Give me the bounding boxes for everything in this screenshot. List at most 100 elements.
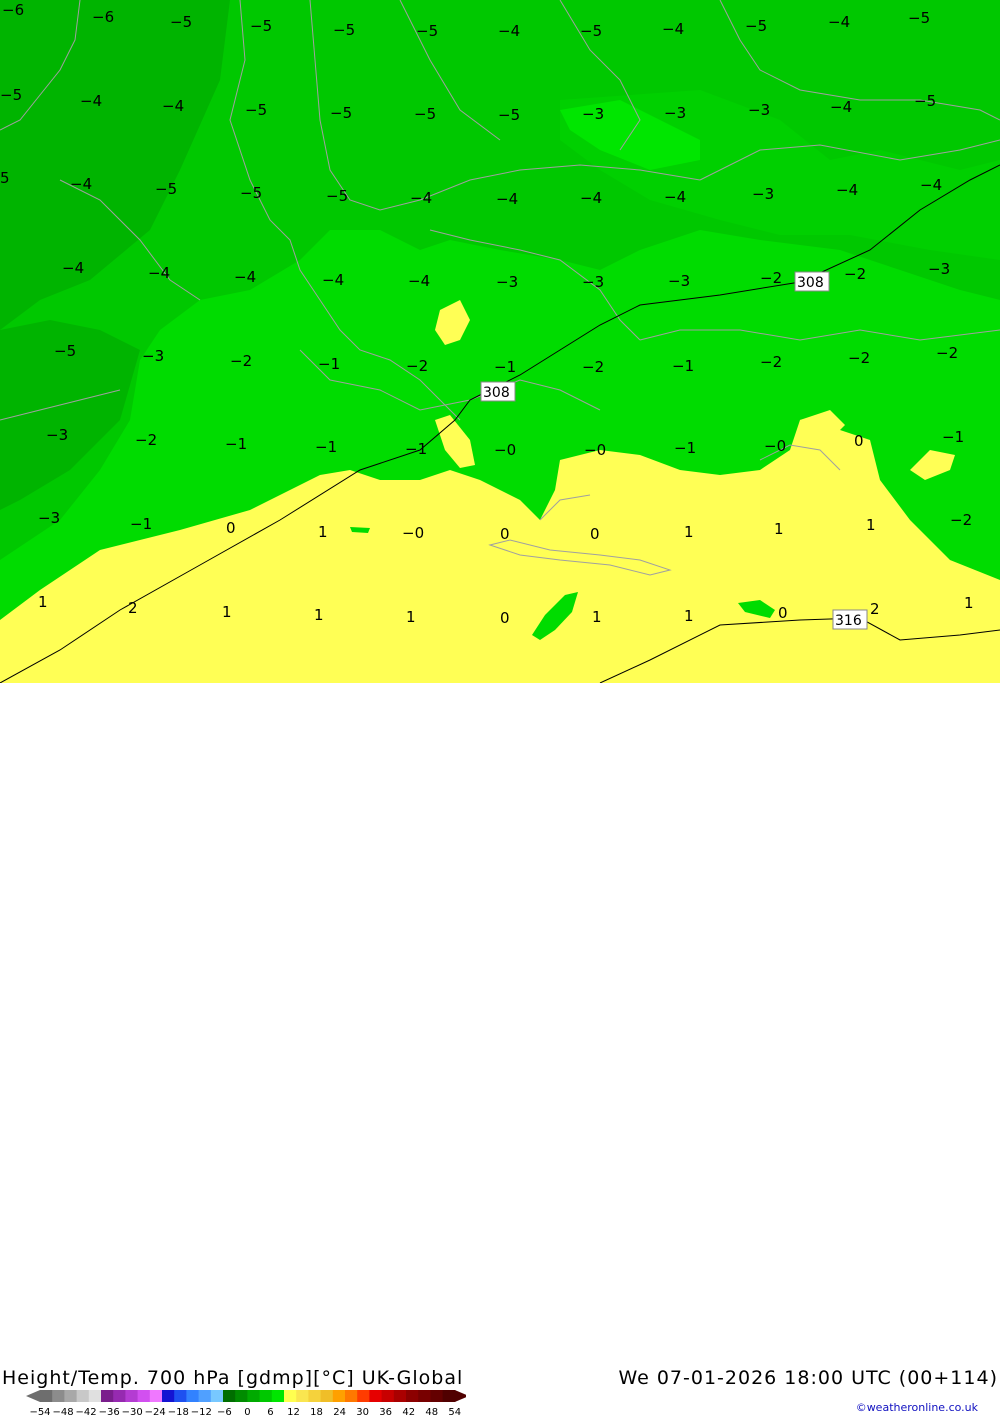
temperature-label: −1 [942,428,964,446]
temperature-label: −1 [405,440,427,458]
temperature-label: −0 [584,441,606,459]
temperature-label: 5 [0,169,10,187]
temperature-label: 0 [226,519,236,537]
colorbar-tick-label: 54 [448,1407,461,1416]
temperature-label: −1 [225,435,247,453]
temperature-label: −3 [142,347,164,365]
colorbar-swatch [296,1390,309,1402]
temperature-label: −4 [234,268,256,286]
temperature-label: −4 [662,20,684,38]
temperature-label: −5 [908,9,930,27]
temperature-label: −2 [844,265,866,283]
temperature-label: −5 [245,101,267,119]
colorbar-swatch [259,1390,273,1402]
colorbar-tick-label: −18 [168,1407,189,1416]
temperature-label: −5 [498,106,520,124]
isohypse-label-308-center: 308 [483,385,510,401]
temperature-label: 1 [318,523,328,541]
temperature-label: −5 [416,22,438,40]
temperature-label: −6 [92,8,114,26]
colorbar-swatch [101,1390,114,1402]
temperature-label: −5 [54,342,76,360]
temperature-label: 1 [964,594,974,612]
temperature-label: −4 [148,264,170,282]
temperature-label: −4 [162,97,184,115]
temperature-label: −5 [745,17,767,35]
valid-time: We 07-01-2026 18:00 UTC (00+114) [618,1367,998,1389]
temperature-label: −5 [0,86,22,104]
temperature-label: −3 [46,426,68,444]
colorbar-tick-label: 30 [356,1407,369,1416]
temperature-label: 1 [406,608,416,626]
temperature-label: −4 [836,181,858,199]
temperature-label: −4 [828,13,850,31]
colorbar-tick-label: −42 [76,1407,97,1416]
temperature-label: −5 [170,13,192,31]
temperature-label: −3 [668,272,690,290]
temperature-label: 1 [684,607,694,625]
colorbar-tick-label: −30 [122,1407,143,1416]
colorbar-swatch [186,1390,200,1402]
temperature-label: −3 [582,273,604,291]
colorbar-swatch [308,1390,322,1402]
temperature-label: 2 [870,600,880,618]
temperature-label: 1 [592,608,602,626]
temperature-label: 1 [222,603,232,621]
temperature-label: −1 [315,438,337,456]
colorbar-tick-label: 36 [379,1407,392,1416]
colorbar-tick-label: −12 [191,1407,212,1416]
temperature-label: −2 [760,269,782,287]
temperature-label: −4 [62,259,84,277]
colorbar-swatch [442,1390,456,1402]
isohypse-label-316: 316 [835,613,862,629]
colorbar-swatch [393,1390,407,1402]
colorbar-swatch [113,1390,126,1402]
map-title: Height/Temp. 700 hPa [gdmp][°C] UK-Globa… [2,1367,464,1389]
colorbar-tick-label: 48 [425,1407,438,1416]
colorbar-swatch [271,1390,285,1402]
temperature-label: −4 [498,22,520,40]
temperature-label: 0 [590,525,600,543]
temperature-label: −1 [130,515,152,533]
colorbar-swatch [40,1390,53,1402]
colorbar-swatch [88,1390,102,1402]
colorbar-swatch [64,1390,78,1402]
temperature-label: −2 [936,344,958,362]
colorbar-tick-label: −54 [29,1407,50,1416]
temperature-label: 1 [314,606,324,624]
temperature-label: −3 [928,260,950,278]
temperature-label: −0 [494,441,516,459]
temperature-label: −2 [230,352,252,370]
colorbar-tick-label: 0 [244,1407,250,1416]
colorbar-tick-label: −48 [52,1407,73,1416]
colorbar-tick-label: 18 [310,1407,323,1416]
temperature-label: −1 [674,439,696,457]
colorbar-swatch [137,1390,151,1402]
colorbar-swatch [149,1390,163,1402]
map-footer: Height/Temp. 700 hPa [gdmp][°C] UK-Globa… [0,683,1000,1416]
temperature-label: −3 [752,185,774,203]
temperature-label: −4 [830,98,852,116]
temperature-label: 1 [684,523,694,541]
temperature-label: −2 [760,353,782,371]
temperature-label: −4 [408,272,430,290]
colorbar-swatch [406,1390,419,1402]
temperature-label: −3 [664,104,686,122]
temperature-label: −5 [414,105,436,123]
temperature-colorbar: −54 −48 −42 −36 −30 −24 −18 −12 −6 0 6 12 18 24 30 36 42… [26,1390,466,1416]
colorbar-swatch [223,1390,236,1402]
isohypse-label-308-east: 308 [797,275,824,291]
temperature-label: −1 [318,355,340,373]
temperature-label: −3 [38,509,60,527]
temperature-label: 0 [854,432,864,450]
credit-link[interactable]: ©weatheronline.co.uk [856,1401,978,1414]
temperature-label: −3 [748,101,770,119]
colorbar-swatch [76,1390,90,1402]
temperature-label: −5 [914,92,936,110]
temperature-label: −5 [333,21,355,39]
colorbar-swatch [332,1390,346,1402]
temperature-label: −4 [496,190,518,208]
temperature-label: −1 [672,357,694,375]
temperature-label: −2 [950,511,972,529]
colorbar-swatch [235,1390,248,1402]
